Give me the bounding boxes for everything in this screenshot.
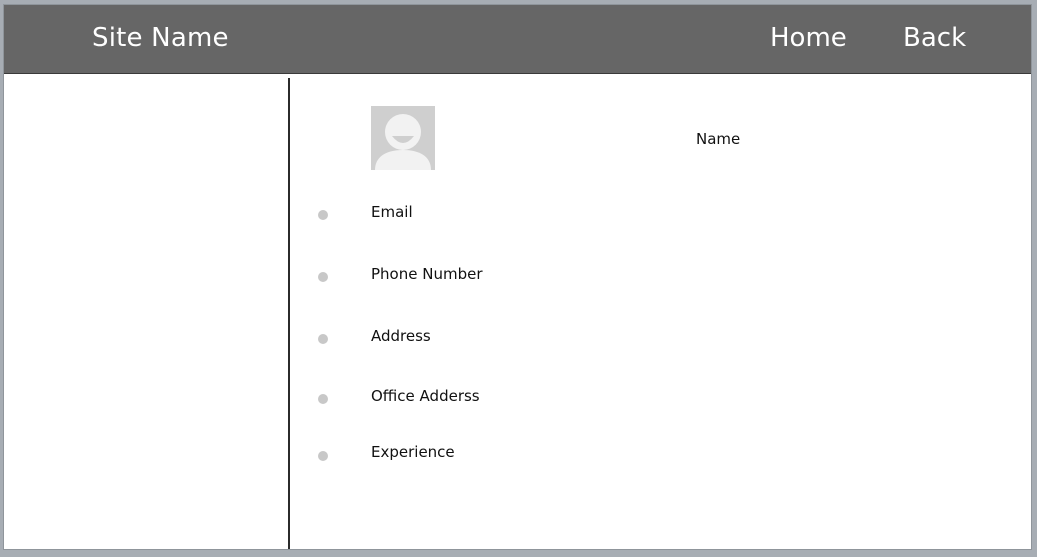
- field-label-phone: Phone Number: [371, 265, 483, 283]
- field-label-address: Address: [371, 327, 431, 345]
- profile-name-label: Name: [696, 130, 741, 148]
- user-avatar-svg: [371, 106, 435, 170]
- sidebar: [4, 75, 288, 549]
- field-label-email: Email: [371, 203, 413, 221]
- nav-home-link[interactable]: Home: [770, 22, 847, 54]
- bullet-email: [318, 210, 328, 220]
- bullet-experience: [318, 451, 328, 461]
- site-name-link[interactable]: Site Name: [92, 22, 229, 54]
- bullet-phone: [318, 272, 328, 282]
- nav-back-link[interactable]: Back: [903, 22, 966, 54]
- bullet-address: [318, 334, 328, 344]
- bullet-office-address: [318, 394, 328, 404]
- field-label-experience: Experience: [371, 443, 455, 461]
- field-label-office-address: Office Adderss: [371, 387, 480, 405]
- header-bar: Site Name Home Back: [4, 5, 1031, 74]
- user-avatar-icon: [371, 106, 435, 170]
- sidebar-divider: [288, 78, 290, 549]
- page-frame: Site Name Home Back Name Email Phone Num…: [3, 4, 1032, 550]
